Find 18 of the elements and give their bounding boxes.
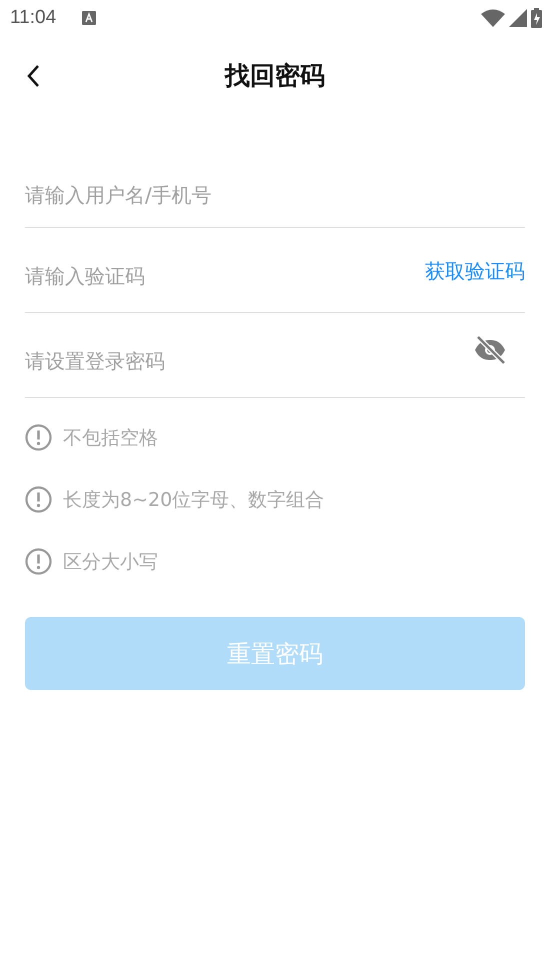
status-time: 11:04: [10, 7, 56, 29]
exclamation-icon: [25, 548, 52, 575]
password-hint: 不包括空格: [63, 426, 158, 450]
code-field[interactable]: 请输入验证码: [25, 264, 425, 288]
exclamation-icon: [25, 486, 52, 513]
password-field[interactable]: 请设置登录密码: [25, 349, 473, 373]
exclamation-icon: [25, 424, 52, 451]
keyboard-notification-icon: [82, 11, 96, 25]
username-field[interactable]: 请输入用户名/手机号: [25, 182, 525, 206]
password-hint: 长度为8~20位字母、数字组合: [63, 488, 324, 512]
back-icon[interactable]: [26, 64, 40, 88]
wifi-icon: [481, 9, 505, 27]
get-code-link[interactable]: 获取验证码: [425, 258, 525, 284]
battery-icon: [531, 8, 542, 28]
signal-icon: [509, 9, 527, 27]
password-hint: 区分大小写: [63, 550, 158, 574]
hidden-eye-icon[interactable]: [473, 336, 507, 364]
page-title: 找回密码: [225, 60, 325, 92]
